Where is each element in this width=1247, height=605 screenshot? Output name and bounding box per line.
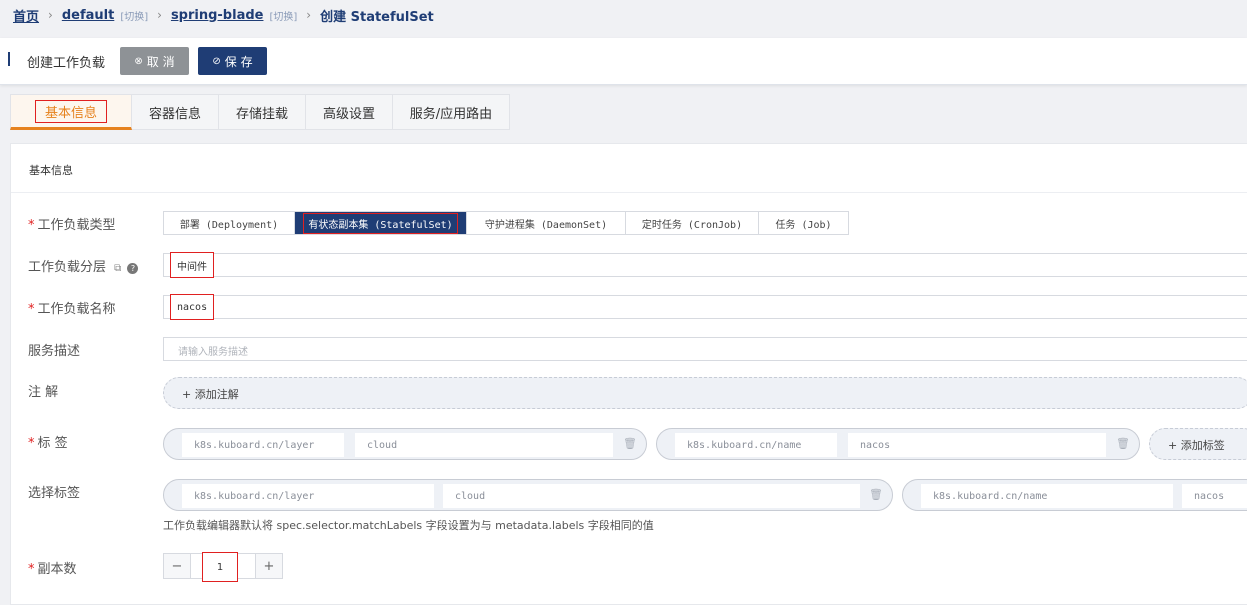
replicas-value: 1: [202, 552, 238, 582]
breadcrumb-namespace[interactable]: default: [62, 8, 114, 23]
description-label: 服务描述: [28, 344, 81, 359]
name-label-text: 工作负载名称: [37, 302, 116, 317]
name-input[interactable]: nacos: [163, 294, 1247, 320]
cluster-switch-link[interactable]: [切换]: [269, 8, 297, 23]
selector-value-input[interactable]: cloud: [443, 484, 860, 508]
labels-label: * 标 签: [28, 432, 68, 451]
selector-pair: k8s.kuboard.cn/layer cloud 🗑: [163, 479, 893, 511]
workload-type-statefulset[interactable]: 有状态副本集 (StatefulSet): [295, 212, 467, 234]
increment-button[interactable]: +: [256, 554, 282, 578]
label-pair: k8s.kuboard.cn/name nacos 🗑: [656, 428, 1140, 460]
namespace-switch-link[interactable]: [切换]: [120, 8, 148, 23]
label-key-input[interactable]: k8s.kuboard.cn/layer: [182, 433, 344, 457]
chevron-right-icon: ›: [48, 8, 53, 22]
cancel-button-label: 取 消: [146, 54, 175, 69]
name-label: * 工作负载名称: [28, 298, 116, 317]
tab-basic-info[interactable]: 基本信息: [10, 94, 132, 130]
workload-type-daemonset[interactable]: 守护进程集 (DaemonSet): [467, 212, 626, 234]
workload-type-job[interactable]: 任务 (Job): [759, 212, 848, 234]
replicas-stepper: − 1 +: [163, 552, 283, 582]
section-title: 基本信息: [29, 164, 73, 177]
tab-label: 高级设置: [322, 106, 375, 122]
trash-icon[interactable]: 🗑: [1116, 437, 1130, 450]
description-placeholder: 请输入服务描述: [178, 347, 248, 358]
workload-type-deployment[interactable]: 部署 (Deployment): [164, 212, 295, 234]
description-input[interactable]: 请输入服务描述: [163, 337, 1247, 361]
tab-service-route[interactable]: 服务/应用路由: [393, 94, 510, 130]
decrement-button[interactable]: −: [164, 554, 190, 578]
workload-type-cronjob[interactable]: 定时任务 (CronJob): [626, 212, 759, 234]
selector-label: 选择标签: [28, 486, 81, 501]
tab-label: 基本信息: [34, 99, 107, 123]
required-mark: *: [28, 562, 35, 577]
tab-label: 存储挂载: [235, 106, 288, 122]
replicas-label-text: 副本数: [37, 562, 77, 577]
trash-icon[interactable]: 🗑: [623, 437, 637, 450]
replicas-input[interactable]: 1: [190, 552, 256, 582]
add-label-button[interactable]: + 添加标签: [1149, 428, 1247, 460]
save-button[interactable]: ⊘ 保 存: [198, 47, 267, 75]
replicas-label: * 副本数: [28, 558, 77, 577]
workload-type-label-text: 工作负载类型: [37, 218, 116, 233]
chevron-right-icon: ›: [306, 8, 312, 22]
page-header: 创建工作负载 ⊗ 取 消 ⊘ 保 存: [0, 38, 1247, 85]
page-title: 创建工作负载: [27, 56, 106, 71]
save-button-label: 保 存: [224, 54, 253, 69]
breadcrumb-home[interactable]: 首页: [13, 6, 39, 25]
tab-storage[interactable]: 存储挂载: [219, 94, 306, 130]
breadcrumb: 首页 › default [切换] › spring-blade [切换] › …: [13, 6, 434, 25]
breadcrumb-cluster[interactable]: spring-blade: [171, 8, 264, 23]
selector-value-input[interactable]: nacos: [1182, 484, 1247, 508]
name-value: nacos: [170, 294, 215, 320]
title-marker: [8, 52, 13, 66]
layer-value: 中间件: [170, 252, 214, 278]
required-mark: *: [28, 302, 35, 317]
workload-type-label: * 工作负载类型: [28, 214, 116, 233]
workload-type-selector: 部署 (Deployment) 有状态副本集 (StatefulSet) 守护进…: [163, 211, 849, 235]
divider: [11, 192, 1247, 193]
workload-type-statefulset-label: 有状态副本集 (StatefulSet): [303, 212, 458, 234]
form-tabs: 基本信息 容器信息 存储挂载 高级设置 服务/应用路由: [10, 94, 510, 130]
label-key-input[interactable]: k8s.kuboard.cn/name: [675, 433, 837, 457]
breadcrumb-current: 创建 StatefulSet: [320, 9, 434, 25]
add-annotation-label: + 添加注解: [182, 388, 239, 401]
tab-advanced[interactable]: 高级设置: [306, 94, 393, 130]
layer-label-text: 工作负载分层: [28, 260, 107, 275]
circle-x-icon: ⊗: [134, 55, 143, 67]
question-circle-icon[interactable]: ?: [127, 263, 139, 274]
labels-label-text: 标 签: [37, 436, 68, 451]
add-label-label: + 添加标签: [1168, 439, 1225, 452]
tab-label: 服务/应用路由: [409, 106, 493, 122]
annotations-label: 注 解: [28, 385, 59, 400]
tab-label: 容器信息: [148, 106, 201, 122]
required-mark: *: [28, 436, 35, 451]
circle-check-icon: ⊘: [212, 55, 221, 67]
required-mark: *: [28, 218, 35, 233]
label-pair: k8s.kuboard.cn/layer cloud 🗑: [163, 428, 647, 460]
label-value-input[interactable]: cloud: [355, 433, 613, 457]
add-annotation-button[interactable]: + 添加注解: [163, 377, 1247, 409]
selector-key-input[interactable]: k8s.kuboard.cn/name: [921, 484, 1173, 508]
tab-container-info[interactable]: 容器信息: [132, 94, 219, 130]
selector-pair: k8s.kuboard.cn/name nacos: [902, 479, 1247, 511]
cancel-button[interactable]: ⊗ 取 消: [120, 47, 189, 75]
external-link-icon[interactable]: ⧉: [114, 263, 121, 274]
chevron-right-icon: ›: [157, 8, 162, 22]
selector-hint: 工作负载编辑器默认将 spec.selector.matchLabels 字段设…: [163, 519, 654, 532]
label-value-input[interactable]: nacos: [848, 433, 1106, 457]
layer-select[interactable]: 中间件: [163, 252, 1247, 278]
selector-key-input[interactable]: k8s.kuboard.cn/layer: [182, 484, 434, 508]
trash-icon[interactable]: 🗑: [869, 488, 883, 501]
layer-label: 工作负载分层 ⧉ ?: [28, 256, 139, 275]
